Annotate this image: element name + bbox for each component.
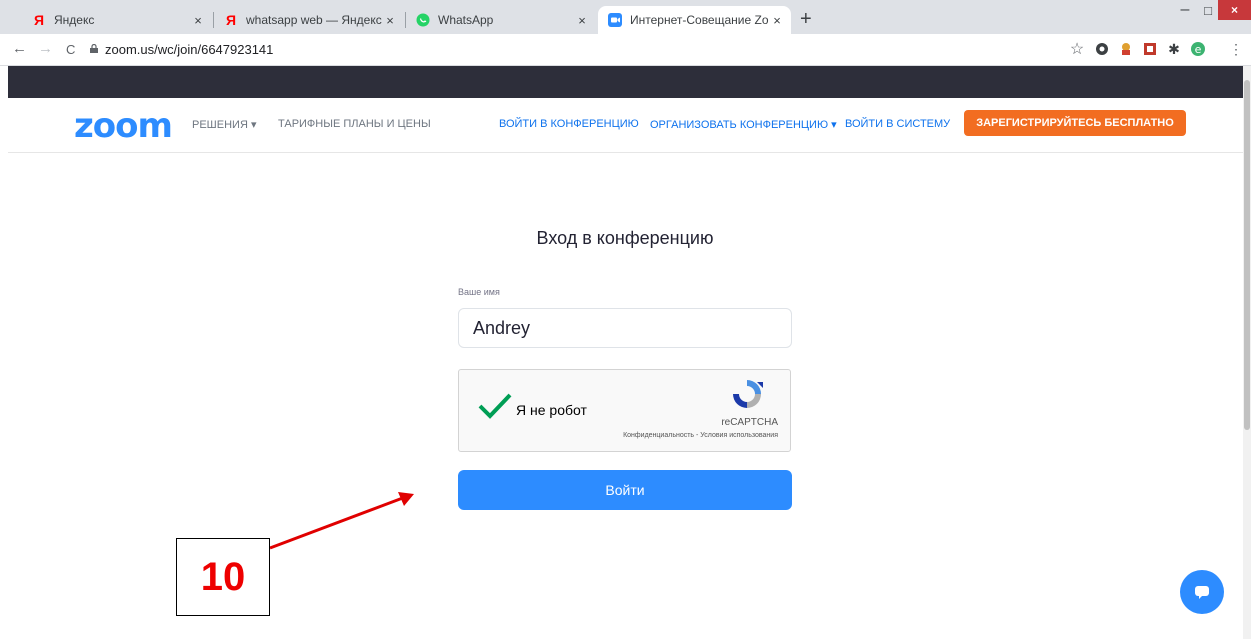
annotation-step-number: 10: [176, 538, 270, 616]
chat-bubble-button[interactable]: [1180, 570, 1224, 614]
chat-icon: [1195, 586, 1209, 599]
